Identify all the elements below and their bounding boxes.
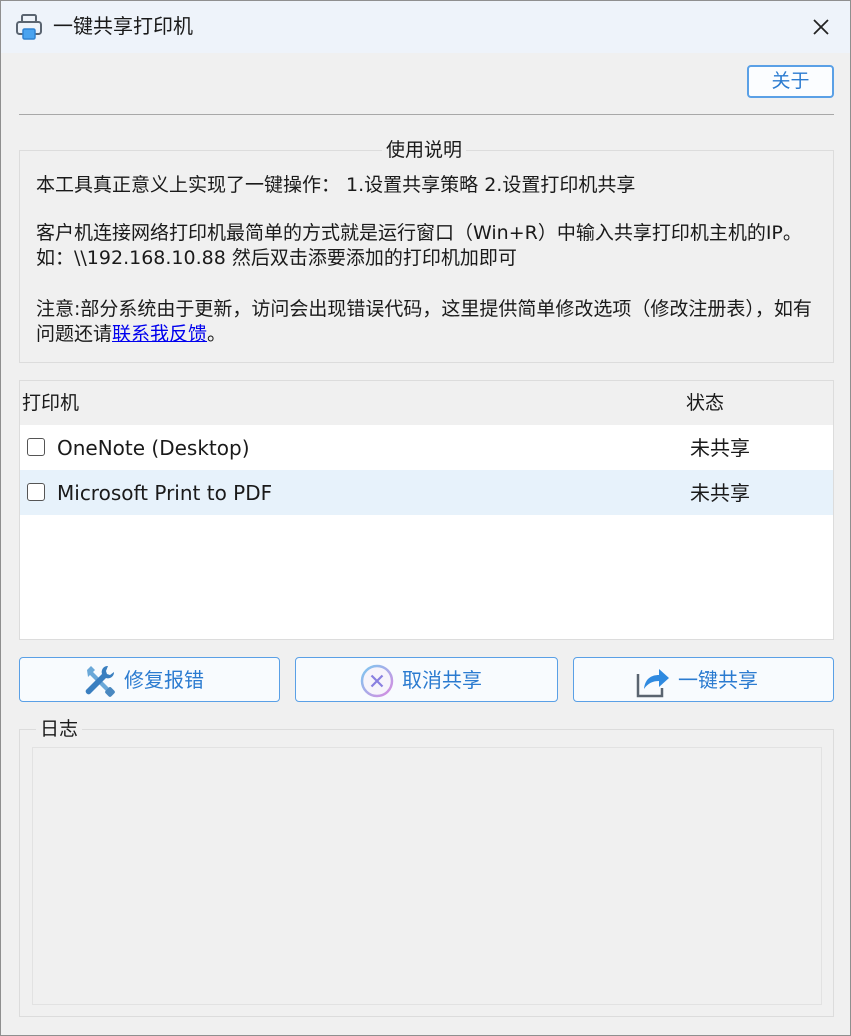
printer-list: 打印机 状态 OneNote (Desktop) 未共享 Microsoft P… [19, 380, 834, 640]
log-group-title: 日志 [36, 718, 83, 740]
divider [19, 114, 834, 115]
title-bar: 一键共享打印机 [1, 1, 850, 53]
printer-checkbox[interactable] [27, 438, 45, 456]
printer-status: 未共享 [690, 436, 750, 460]
share-arrow-icon [636, 669, 669, 698]
printer-list-header: 打印机 状态 [20, 381, 833, 425]
log-textarea[interactable] [32, 747, 822, 1005]
wrench-screwdriver-icon [85, 665, 115, 697]
printer-icon [16, 14, 42, 40]
repair-button[interactable]: 修复报错 [19, 657, 280, 702]
column-header-printer[interactable]: 打印机 [22, 391, 79, 416]
printer-name: Microsoft Print to PDF [57, 481, 273, 505]
usage-line-1: 本工具真正意义上实现了一键操作： 1.设置共享策略 2.设置打印机共享 [36, 174, 636, 196]
usage-line-3-suffix: 。 [207, 323, 227, 345]
printer-status: 未共享 [690, 481, 750, 505]
cancel-share-button-label: 取消共享 [402, 668, 482, 692]
feedback-link[interactable]: 联系我反馈 [112, 323, 207, 345]
repair-button-label: 修复报错 [124, 668, 204, 692]
usage-line-3: 注意:部分系统由于更新，访问会出现错误代码，这里提供简单修改选项（修改注册表），… [36, 297, 822, 347]
close-icon[interactable] [807, 13, 835, 41]
one-click-share-button-label: 一键共享 [678, 668, 758, 692]
usage-group-title: 使用说明 [382, 139, 467, 161]
log-group: 日志 [19, 718, 834, 1017]
column-header-status[interactable]: 状态 [686, 391, 724, 416]
window-title: 一键共享打印机 [53, 14, 193, 38]
about-button[interactable]: 关于 [747, 65, 834, 98]
cancel-share-button[interactable]: 取消共享 [295, 657, 558, 702]
usage-instructions-group: 使用说明 本工具真正意义上实现了一键操作： 1.设置共享策略 2.设置打印机共享… [19, 139, 834, 363]
printer-checkbox[interactable] [27, 483, 45, 501]
printer-name: OneNote (Desktop) [57, 436, 250, 460]
main-window: 一键共享打印机 关于 使用说明 本工具真正意义上实现了一键操作： 1.设置共享策… [0, 0, 851, 1036]
usage-line-2: 客户机连接网络打印机最简单的方式就是运行窗口（Win+R）中输入共享打印机主机的… [36, 222, 802, 269]
cancel-circle-icon [360, 664, 394, 698]
printer-row[interactable]: Microsoft Print to PDF 未共享 [20, 470, 833, 515]
printer-row[interactable]: OneNote (Desktop) 未共享 [20, 425, 833, 470]
one-click-share-button[interactable]: 一键共享 [573, 657, 834, 702]
